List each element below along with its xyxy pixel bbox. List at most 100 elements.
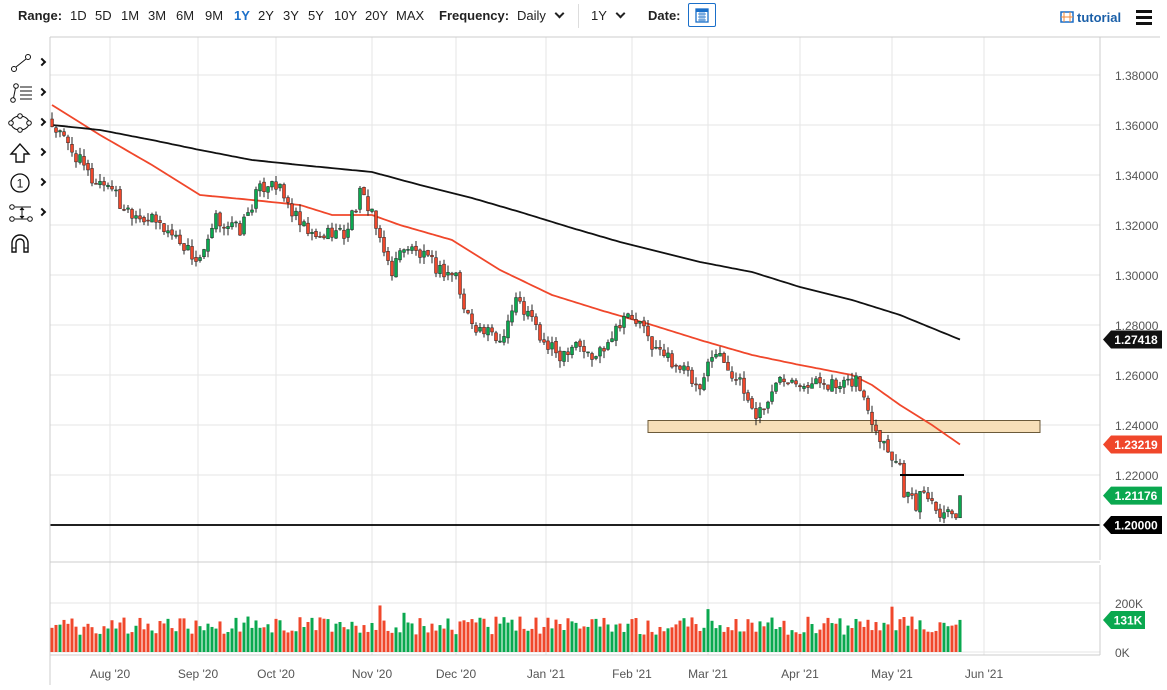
volume-bar (806, 616, 810, 652)
volume-bar (834, 623, 838, 652)
candle-body (218, 212, 222, 227)
candle-body (826, 384, 830, 390)
candle-body (950, 510, 954, 515)
volume-bar (354, 625, 358, 652)
volume-bar (594, 618, 598, 652)
frequency-select[interactable]: Daily (517, 8, 565, 23)
candle-body (70, 144, 74, 153)
volume-bar (950, 625, 954, 652)
range-button-6m[interactable]: 6M (176, 8, 194, 23)
range-button-3y[interactable]: 3Y (283, 8, 299, 23)
range-button-3m[interactable]: 3M (148, 8, 166, 23)
volume-bar (486, 626, 490, 652)
volume-bar (514, 630, 518, 652)
number-marker-tool-button[interactable]: 1 (8, 172, 48, 198)
candle-body (754, 408, 758, 419)
candle-body (606, 342, 610, 350)
fibonacci-tool-button[interactable] (8, 82, 48, 108)
candle-body (190, 246, 194, 260)
volume-bar (906, 625, 910, 652)
candle-body (654, 346, 658, 349)
volume-bar (886, 624, 890, 652)
volume-bar (50, 627, 54, 652)
volume-bar (262, 627, 266, 652)
arrow-tool-button[interactable] (8, 142, 48, 168)
candle-body (694, 383, 698, 386)
volume-bar (98, 633, 102, 652)
candle-body (938, 508, 942, 518)
candle-body (102, 181, 106, 186)
candle-body (794, 380, 798, 385)
film-icon (1060, 11, 1074, 23)
volume-bar (234, 617, 238, 652)
candle-body (78, 154, 82, 163)
range-button-10y[interactable]: 10Y (334, 8, 357, 23)
period-select[interactable]: 1Y (591, 8, 626, 23)
candle-body (782, 378, 786, 383)
candle-body (582, 346, 586, 352)
hamburger-menu-icon[interactable] (1136, 10, 1152, 28)
candle-body (630, 314, 634, 320)
volume-bar (930, 632, 934, 652)
candle-body (602, 348, 606, 352)
volume-bar (714, 628, 718, 652)
volume-bar (410, 623, 414, 652)
volume-bar (102, 626, 106, 652)
range-button-9m[interactable]: 9M (205, 8, 223, 23)
magnet-tool-button[interactable] (8, 232, 48, 258)
range-button-1m[interactable]: 1M (121, 8, 139, 23)
date-tick-label: Aug '20 (90, 667, 131, 681)
range-button-5y[interactable]: 5Y (308, 8, 324, 23)
volume-bar (482, 618, 486, 652)
volume-bar (78, 634, 82, 652)
volume-bar (954, 624, 958, 652)
range-button-2y[interactable]: 2Y (258, 8, 274, 23)
candle-body (378, 228, 382, 238)
volume-bar (390, 632, 394, 652)
range-button-20y[interactable]: 20Y (365, 8, 388, 23)
candle-body (678, 365, 682, 370)
candle-body (722, 353, 726, 363)
candle-body (194, 257, 198, 262)
volume-bar (446, 618, 450, 652)
date-tick-label: Dec '20 (436, 667, 477, 681)
chevron-right-icon (37, 57, 47, 67)
volume-bar (882, 622, 886, 652)
range-button-5d[interactable]: 5D (95, 8, 112, 23)
candle-body (746, 392, 750, 401)
volume-tick-label: 0K (1115, 646, 1130, 660)
shape-tool-button[interactable] (8, 112, 48, 138)
candle-body (266, 186, 270, 193)
support-zone-box (647, 420, 1041, 433)
volume-bar (318, 617, 322, 652)
range-button-1d[interactable]: 1D (70, 8, 87, 23)
candle-body (718, 353, 722, 357)
tutorial-link[interactable]: tutorial (1060, 10, 1121, 25)
volume-bar (566, 618, 570, 652)
price-tick-label: 1.30000 (1115, 269, 1159, 283)
candle-body (866, 397, 870, 411)
volume-bar (766, 622, 770, 652)
candle-body (470, 313, 474, 324)
range-button-1y[interactable]: 1Y (234, 8, 250, 23)
chevron-right-icon (37, 207, 47, 217)
candle-body (154, 214, 158, 223)
range-button-max[interactable]: MAX (396, 8, 424, 23)
candle-body (634, 319, 638, 324)
candle-body (594, 356, 598, 359)
volume-bar (402, 612, 406, 652)
line-tool-button[interactable] (8, 52, 48, 78)
volume-bar (610, 631, 614, 652)
volume-bar (438, 625, 442, 652)
volume-bar (646, 620, 650, 652)
candle-body (514, 297, 518, 313)
volume-bar (814, 633, 818, 652)
volume-bar (294, 631, 298, 652)
candle-body (846, 378, 850, 381)
measure-tool-button[interactable] (8, 202, 48, 228)
volume-bar (546, 617, 550, 652)
date-picker-button[interactable] (688, 3, 716, 27)
candle-body (586, 351, 590, 354)
volume-bar (434, 630, 438, 652)
candle-body (510, 310, 514, 323)
